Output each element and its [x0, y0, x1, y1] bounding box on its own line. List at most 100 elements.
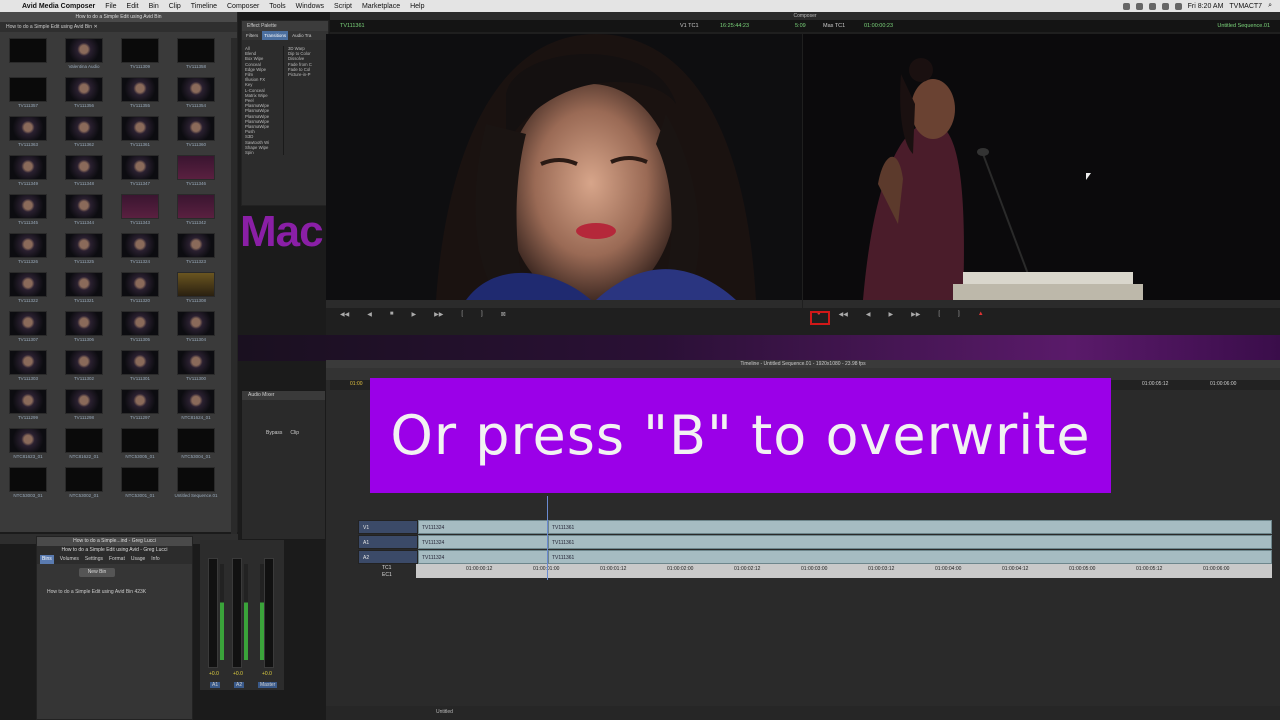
rec-step-forward-icon[interactable]: ▶▶ [911, 311, 920, 318]
menu-composer[interactable]: Composer [227, 3, 259, 10]
bin-clip[interactable]: TV111346 [172, 155, 220, 188]
source-position-bar[interactable] [326, 300, 802, 308]
sequence-name[interactable]: Untitled Sequence.01 [1217, 23, 1270, 29]
bin-clip[interactable]: NTC53004_01 [172, 428, 220, 461]
rec-step-back-icon[interactable]: ◀◀ [839, 311, 848, 318]
menu-windows[interactable]: Windows [296, 3, 324, 10]
bin-clip[interactable]: TV111301 [116, 350, 164, 383]
tab-volumes[interactable]: Volumes [60, 555, 79, 564]
volume-icon[interactable] [1161, 2, 1169, 10]
bin-clip[interactable]: TV111325 [60, 233, 108, 266]
step-back-icon[interactable]: ◀◀ [340, 311, 349, 318]
bin-clip[interactable]: TV111298 [60, 389, 108, 422]
bin-tab[interactable]: How to do a Simple Edit using Avid Bin ✕ [0, 22, 237, 32]
bin-scrollbar[interactable] [231, 38, 237, 538]
bin-clip[interactable]: NTC53002_01 [60, 467, 108, 500]
record-monitor[interactable] [803, 34, 1280, 300]
bin-clip[interactable]: NTC53005_01 [116, 428, 164, 461]
stop-icon[interactable]: ■ [390, 311, 394, 317]
spotlight-icon[interactable]: ⌕ [1268, 2, 1272, 10]
menu-edit[interactable]: Edit [127, 3, 139, 10]
battery-icon[interactable] [1174, 2, 1182, 10]
bin-clip[interactable] [4, 38, 52, 71]
tab-format[interactable]: Format [109, 555, 125, 564]
bin-clip[interactable]: TV111307 [4, 311, 52, 344]
bin-clip[interactable]: TV111349 [4, 155, 52, 188]
project-bin-item[interactable]: How to do a Simple Edit using Avid Bin 4… [47, 589, 192, 595]
channel-a1[interactable]: A1 [210, 682, 221, 688]
bin-clip[interactable]: TV111355 [116, 77, 164, 110]
bin-clip[interactable]: TV111362 [60, 116, 108, 149]
bin-clip[interactable]: NTC53003_01 [4, 467, 52, 500]
bin-clip[interactable]: TV111303 [4, 350, 52, 383]
tab-usage[interactable]: Usage [131, 555, 145, 564]
rec-lift-icon[interactable]: ▲ [978, 311, 984, 317]
dropbox-icon[interactable] [1135, 2, 1143, 10]
bin-clip[interactable]: NTC53001_01 [116, 467, 164, 500]
mark-in-icon[interactable]: [ [461, 311, 463, 317]
rec-play-icon[interactable]: ▶ [888, 311, 893, 318]
rec-mark-out-icon[interactable]: ] [958, 311, 960, 317]
fader-a1[interactable] [208, 558, 218, 668]
bin-clip[interactable]: TV111348 [60, 155, 108, 188]
bin-clip[interactable]: TV111300 [172, 350, 220, 383]
track-v1-header[interactable]: V1 [358, 520, 418, 534]
tab-audio-transitions[interactable]: Audio Tra [292, 31, 311, 40]
bin-clip[interactable]: TV111360 [172, 116, 220, 149]
play-reverse-icon[interactable]: ◀ [367, 311, 372, 318]
bin-clip[interactable]: TV111305 [116, 311, 164, 344]
menubar-user[interactable]: TVMACT7 [1229, 3, 1262, 10]
source-clip-name[interactable]: TV111361 [340, 23, 365, 29]
bin-clip[interactable]: TV111302 [60, 350, 108, 383]
tab-filters[interactable]: Filters [246, 31, 258, 40]
bin-clip[interactable]: TV111345 [4, 194, 52, 227]
a1-clip-2[interactable]: TV111361 [548, 535, 1272, 549]
bypass-button[interactable]: Bypass [266, 430, 282, 436]
tab-settings[interactable]: Settings [85, 555, 103, 564]
bin-clip[interactable]: NTC81623_01 [4, 428, 52, 461]
bin-clip[interactable]: TV111324 [116, 233, 164, 266]
clear-marks-icon[interactable]: ⊠ [501, 311, 506, 318]
rec-play-reverse-icon[interactable]: ◀ [866, 311, 871, 318]
effect-category-item[interactable]: Spin [245, 150, 283, 155]
bin-clip[interactable]: NTC81624_01 [172, 389, 220, 422]
menu-help[interactable]: Help [410, 3, 424, 10]
a2-clip-2[interactable]: TV111361 [548, 550, 1272, 564]
bin-clip[interactable]: Untitled Sequence.01 [172, 467, 220, 500]
clip-mode-button[interactable]: Clip [290, 430, 299, 436]
bin-clip[interactable]: TV111309 [116, 38, 164, 71]
a2-clip-1[interactable]: TV111324 [418, 550, 548, 564]
fader-a2[interactable] [232, 558, 242, 668]
bin-clip[interactable]: TV111343 [116, 194, 164, 227]
bin-clip[interactable]: Valentina Audio [60, 38, 108, 71]
menu-file[interactable]: File [105, 3, 116, 10]
menu-clip[interactable]: Clip [169, 3, 181, 10]
bin-clip[interactable]: TV111306 [60, 311, 108, 344]
source-tc-label[interactable]: V1 TC1 [680, 23, 699, 29]
menu-script[interactable]: Script [334, 3, 352, 10]
effect-item[interactable]: Picture-in-P [288, 72, 312, 77]
channel-a2[interactable]: A2 [234, 682, 245, 688]
bin-clip[interactable]: TV111344 [60, 194, 108, 227]
bin-clip[interactable]: TV111322 [4, 272, 52, 305]
new-bin-button[interactable]: New Bin [79, 568, 115, 577]
menu-bin[interactable]: Bin [149, 3, 159, 10]
bin-clip[interactable]: TV111361 [116, 116, 164, 149]
bin-clip[interactable]: TV111297 [116, 389, 164, 422]
bin-clip[interactable]: TV111342 [172, 194, 220, 227]
position-indicator[interactable] [547, 496, 548, 580]
channel-master[interactable]: Master [258, 682, 278, 688]
tab-transitions[interactable]: Transitions [262, 31, 289, 40]
track-a2-header[interactable]: A2 [358, 550, 418, 564]
status-icon[interactable] [1122, 2, 1130, 10]
bin-clip[interactable]: TV111326 [4, 233, 52, 266]
v1-clip-1[interactable]: TV111324 [418, 520, 548, 534]
step-forward-icon[interactable]: ▶▶ [434, 311, 443, 318]
bin-clip[interactable]: TV111320 [116, 272, 164, 305]
app-menu[interactable]: Avid Media Composer [22, 3, 95, 10]
bin-clip[interactable]: TV111323 [172, 233, 220, 266]
play-icon[interactable]: ▶ [411, 311, 416, 318]
wifi-icon[interactable] [1148, 2, 1156, 10]
record-tc-label[interactable]: Mas TC1 [823, 23, 845, 29]
menu-timeline[interactable]: Timeline [191, 3, 217, 10]
